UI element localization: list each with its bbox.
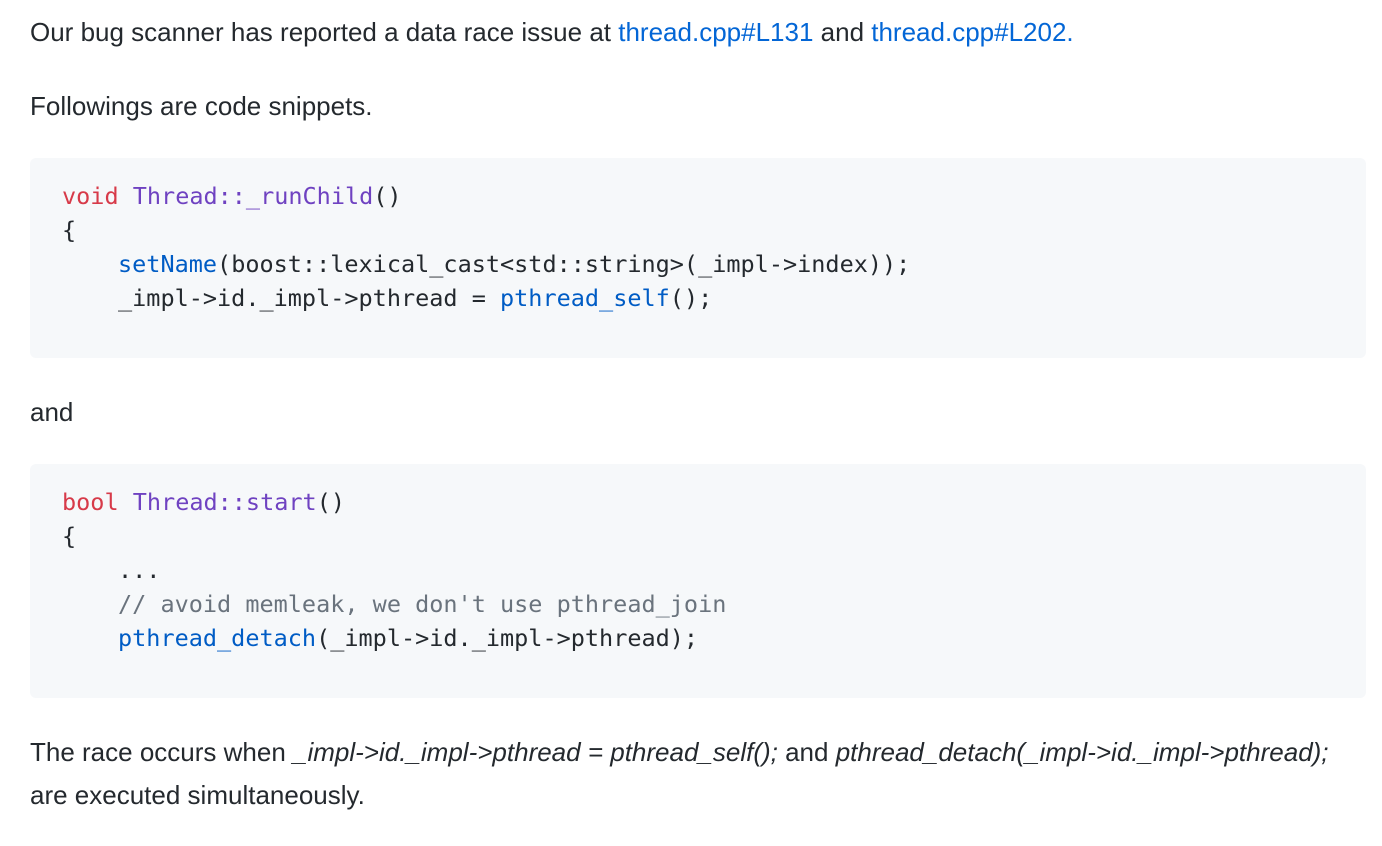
- call-setname: setName: [118, 250, 218, 278]
- code-line: setName(boost::lexical_cast<std::string>…: [118, 250, 911, 278]
- thread-cpp-l131-link[interactable]: thread.cpp#L131: [618, 17, 813, 47]
- code-comment: // avoid memleak, we don't use pthread_j…: [118, 590, 727, 618]
- code-line: pthread_detach(_impl->id._impl->pthread)…: [118, 624, 699, 652]
- keyword-void: void: [62, 182, 119, 210]
- function-name: Thread::start: [132, 488, 317, 516]
- code-line: _impl->id._impl->pthread = pthread_self(…: [118, 284, 713, 312]
- emphasis-detach: pthread_detach(_impl->id._impl->pthread)…: [835, 737, 1329, 767]
- code-line: bool Thread::start(): [62, 488, 345, 516]
- code-line: {: [62, 216, 77, 244]
- code-block-run-child: void Thread::_runChild(){setName(boost::…: [30, 158, 1366, 358]
- intro-paragraph: Our bug scanner has reported a data race…: [30, 13, 1074, 52]
- thread-cpp-l202-link[interactable]: thread.cpp#L202.: [871, 17, 1073, 47]
- and-paragraph: and: [30, 397, 74, 427]
- keyword-bool: bool: [62, 488, 119, 516]
- function-name: Thread::_runChild: [132, 182, 374, 210]
- code-line: {: [62, 522, 77, 550]
- intro-middle: and: [813, 17, 872, 47]
- conclusion-paragraph: The race occurs when _impl->id._impl->pt…: [30, 737, 1329, 810]
- followings-paragraph: Followings are code snippets.: [30, 91, 373, 121]
- call-pthread-detach: pthread_detach: [118, 624, 317, 652]
- emphasis-assignment: _impl->id._impl->pthread = pthread_self(…: [293, 737, 778, 767]
- code-block-start: bool Thread::start(){...// avoid memleak…: [30, 464, 1366, 698]
- intro-prefix: Our bug scanner has reported a data race…: [30, 17, 619, 47]
- code-line: // avoid memleak, we don't use pthread_j…: [62, 587, 1334, 621]
- code-line: ...: [118, 556, 161, 584]
- code-line: void Thread::_runChild(): [62, 182, 402, 210]
- call-pthread-self: pthread_self: [500, 284, 670, 312]
